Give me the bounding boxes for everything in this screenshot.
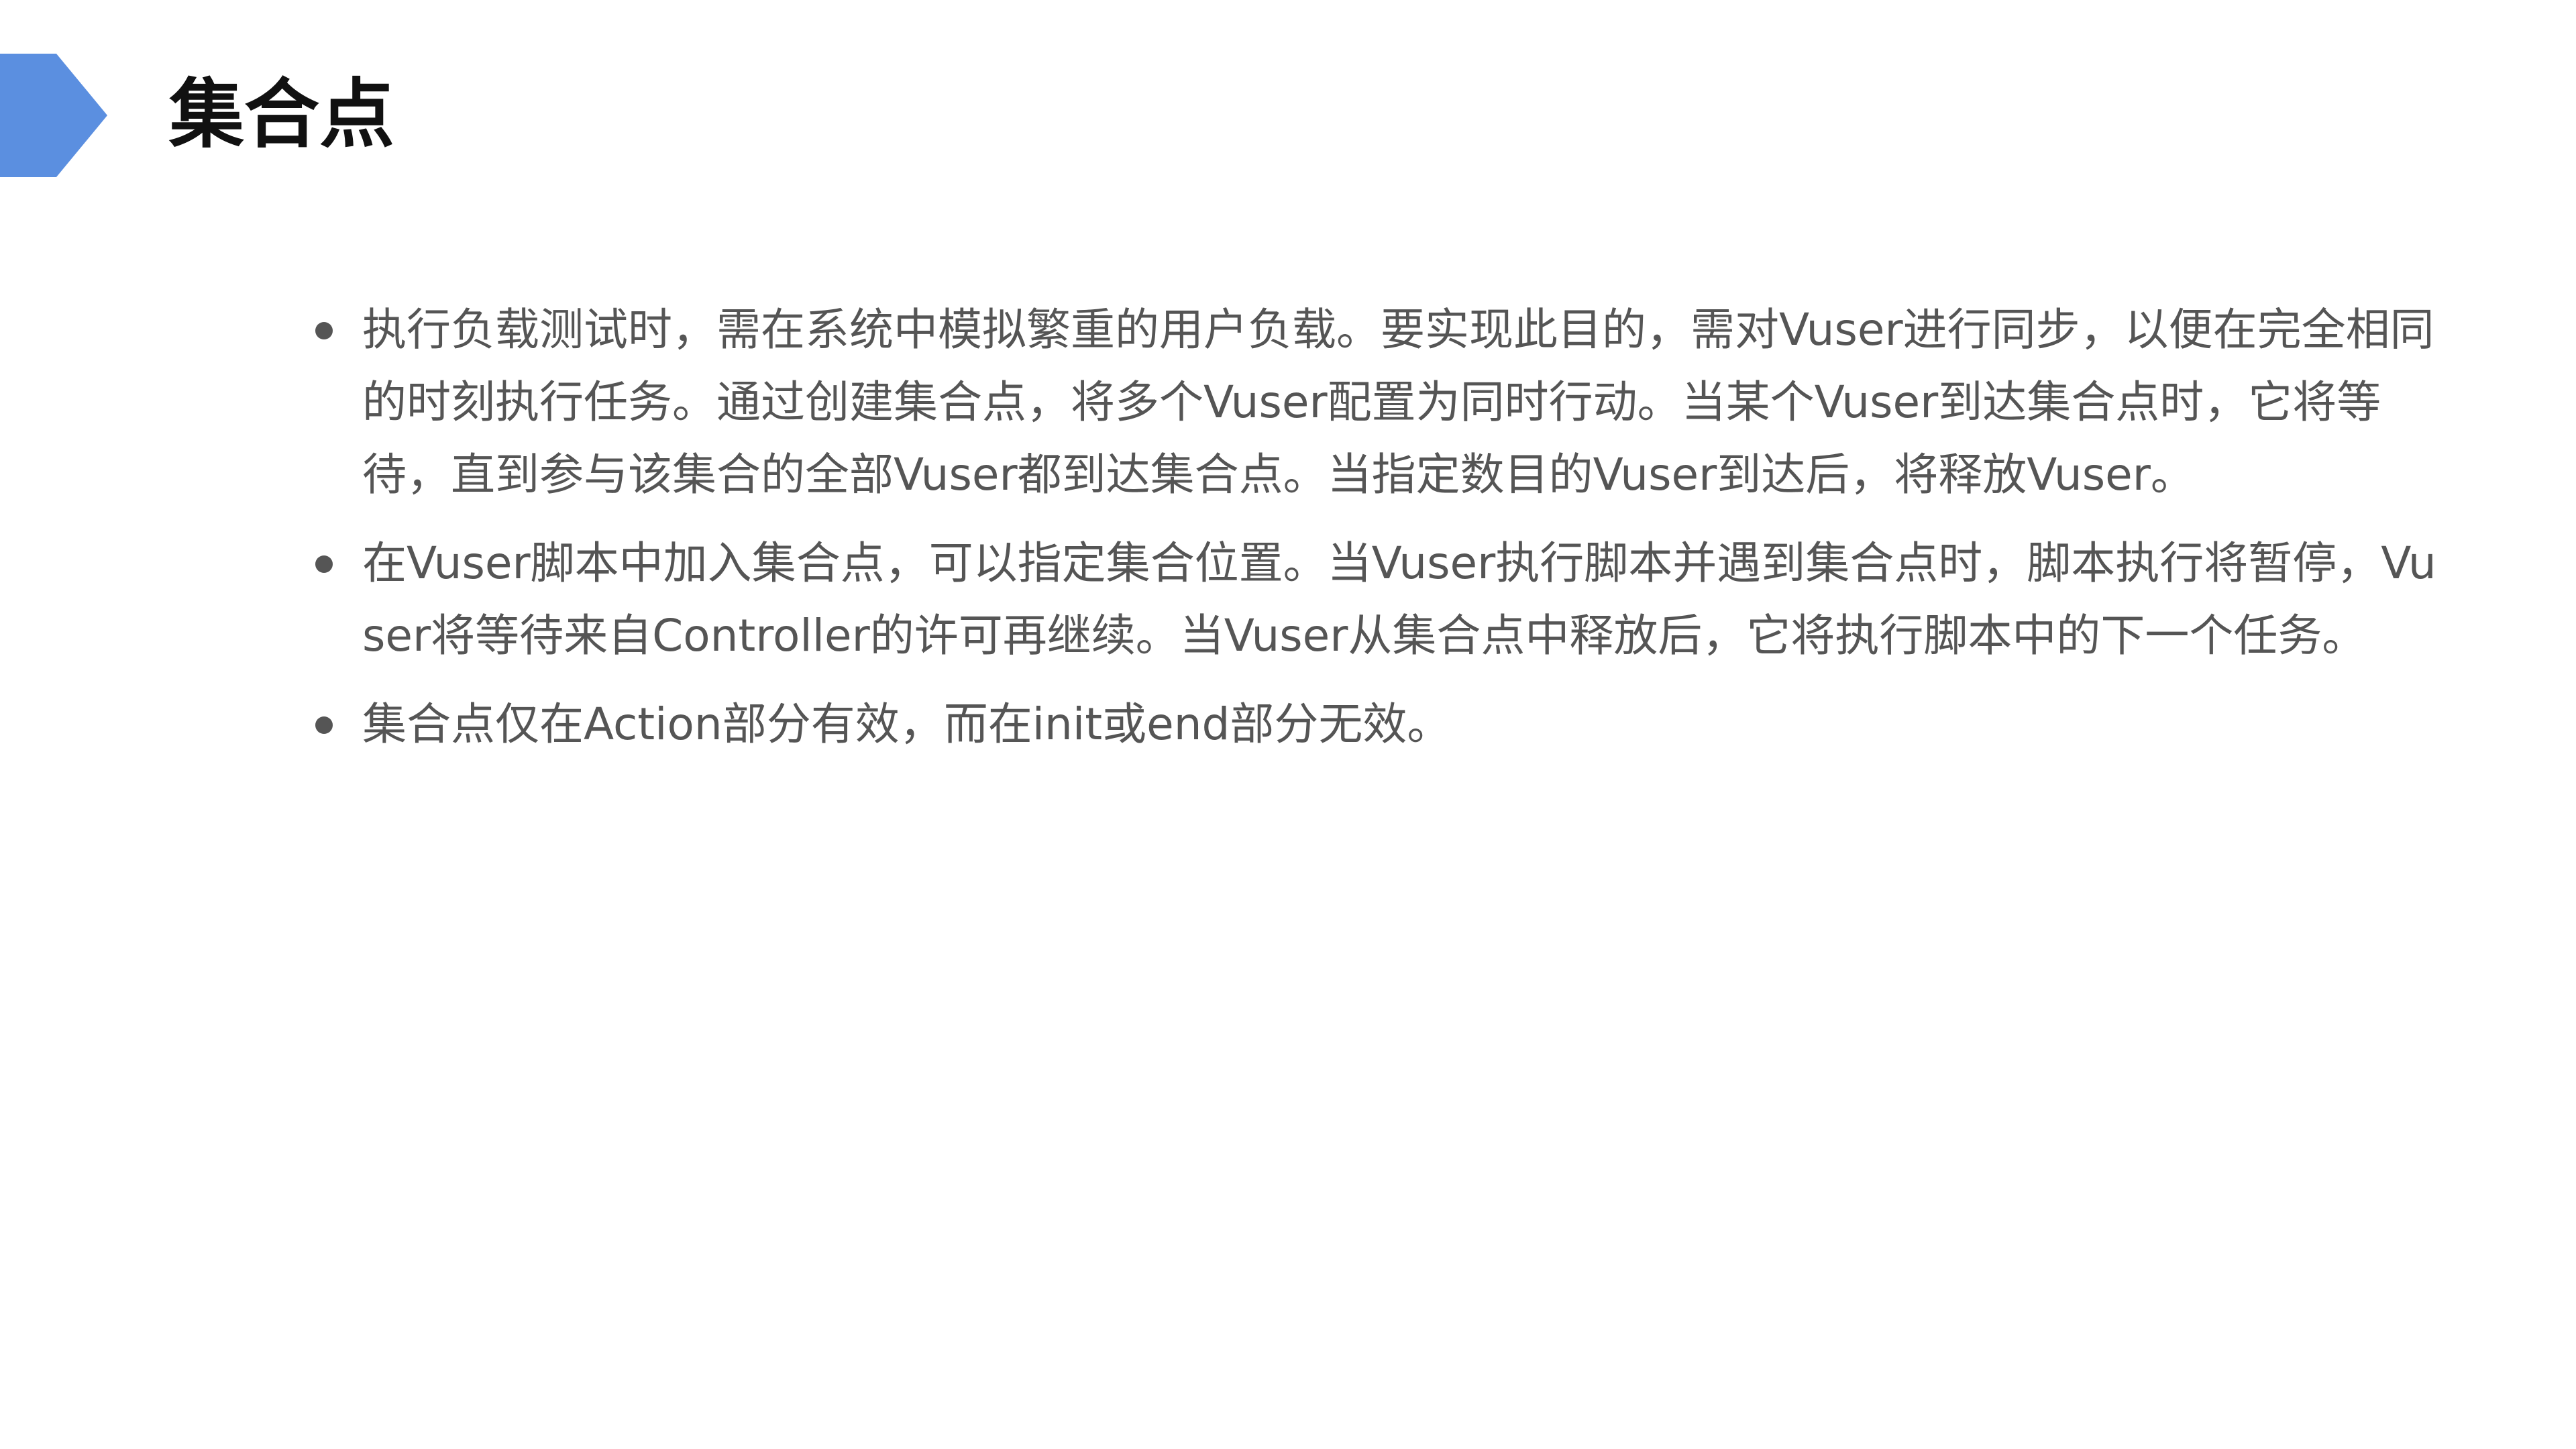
- bullet-item: 集合点仅在Action部分有效，而在init或end部分无效。: [309, 688, 2442, 761]
- title-arrow-marker-icon: [0, 54, 107, 177]
- slide-title: 集合点: [169, 71, 394, 158]
- bullet-list: 执行负载测试时，需在系统中模拟繁重的用户负载。要实现此目的，需对Vuser进行同…: [309, 294, 2442, 777]
- slide: 集合点 执行负载测试时，需在系统中模拟繁重的用户负载。要实现此目的，需对Vuse…: [0, 0, 2576, 1449]
- bullet-item: 在Vuser脚本中加入集合点，可以指定集合位置。当Vuser执行脚本并遇到集合点…: [309, 527, 2442, 672]
- bullet-text: 执行负载测试时，需在系统中模拟繁重的用户负载。要实现此目的，需对Vuser进行同…: [362, 304, 2434, 500]
- bullet-item: 执行负载测试时，需在系统中模拟繁重的用户负载。要实现此目的，需对Vuser进行同…: [309, 294, 2442, 511]
- bullet-dot-icon: [315, 716, 333, 734]
- bullet-dot-icon: [315, 322, 333, 339]
- bullet-dot-icon: [315, 555, 333, 573]
- bullet-text: 在Vuser脚本中加入集合点，可以指定集合位置。当Vuser执行脚本并遇到集合点…: [362, 537, 2436, 661]
- bullet-text: 集合点仅在Action部分有效，而在init或end部分无效。: [362, 698, 1452, 750]
